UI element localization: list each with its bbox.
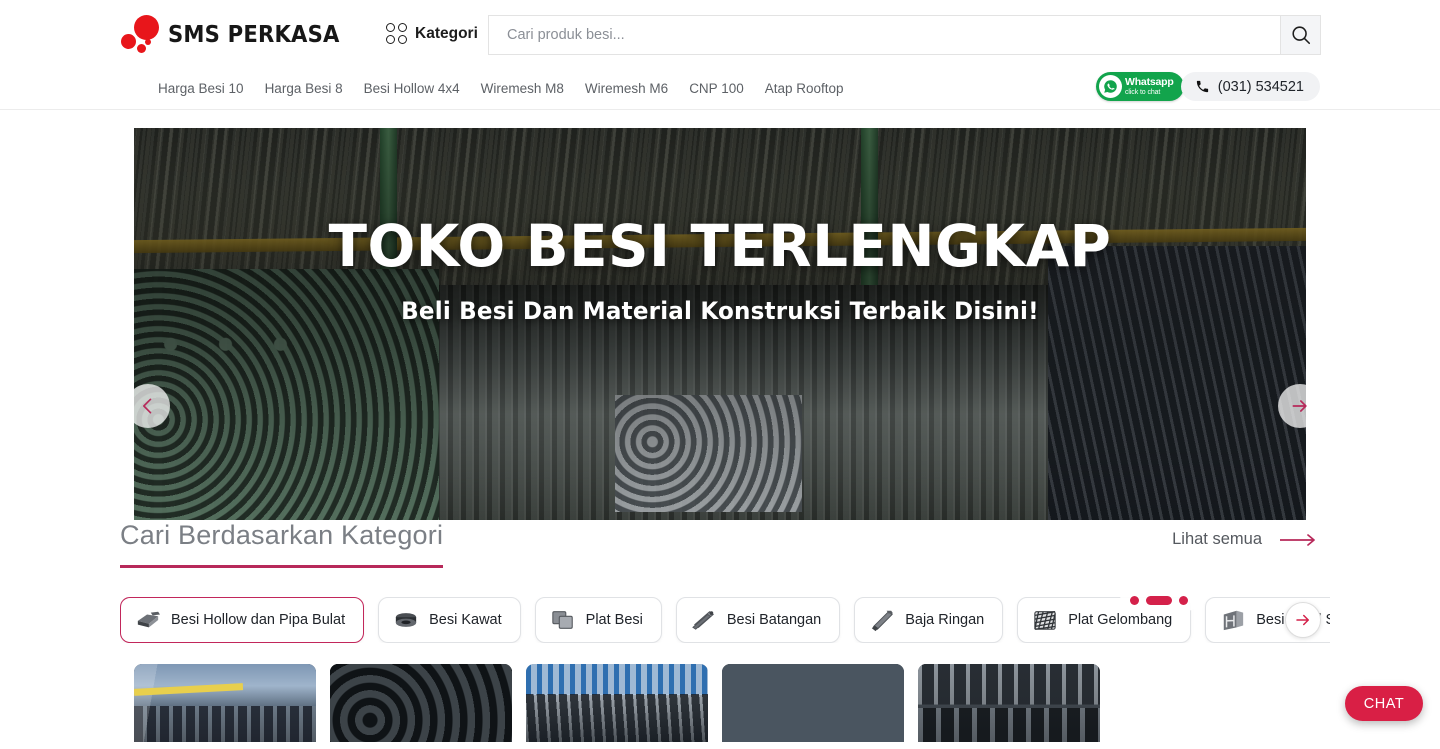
search-button[interactable] [1281, 15, 1321, 55]
grid-icon [386, 23, 407, 44]
carousel-dot-3[interactable] [1179, 595, 1188, 605]
chip-label: Besi Kawat [429, 612, 502, 628]
kategori-label: Kategori [415, 24, 478, 42]
category-heading: Cari Berdasarkan Kategori [120, 520, 444, 568]
hero-copy: TOKO BESI TERLENGKAP Beli Besi Dan Mater… [134, 216, 1306, 325]
chip-besi-kawat[interactable]: Besi Kawat [378, 597, 521, 643]
brand-name: SMS PERKASA [168, 22, 340, 48]
search-icon [1291, 26, 1310, 45]
product-card[interactable] [722, 664, 904, 742]
category-section-title: Cari Berdasarkan Kategori [120, 520, 444, 568]
chips-next-button[interactable] [1285, 602, 1321, 638]
see-all-label: Lihat semua [1172, 530, 1262, 548]
carousel-dot-2-active[interactable] [1146, 595, 1172, 605]
product-card-row [134, 664, 1100, 742]
nav-link-harga-besi-10[interactable]: Harga Besi 10 [158, 81, 244, 96]
corrugated-plate-icon [1034, 611, 1057, 630]
see-all-categories-link[interactable]: Lihat semua [1172, 530, 1320, 549]
product-card[interactable] [134, 664, 316, 742]
chip-label: Besi Hollow dan Pipa Bulat [171, 612, 346, 628]
chip-label: Besi Batangan [726, 612, 822, 628]
carousel-prev-button[interactable] [126, 384, 170, 428]
h-beam-icon [1223, 610, 1244, 631]
chip-label: Baja Ringan [905, 612, 985, 628]
bar-bundle-icon [692, 611, 714, 630]
carousel-next-button[interactable] [1278, 384, 1322, 428]
carousel-indicators[interactable] [1120, 589, 1198, 611]
chip-besi-batangan[interactable]: Besi Batangan [675, 597, 841, 643]
hollow-pipe-icon [137, 611, 160, 628]
arrow-right-icon [1292, 400, 1307, 412]
whatsapp-text: Whatsapp click to chat [1125, 77, 1174, 96]
hero-carousel: TOKO BESI TERLENGKAP Beli Besi Dan Mater… [0, 110, 1440, 611]
phone-icon [1196, 80, 1208, 93]
product-image-hollow-square-warehouse [134, 664, 316, 742]
whatsapp-chat-button[interactable]: Whatsapp click to chat [1096, 72, 1184, 101]
product-card[interactable] [330, 664, 512, 742]
chip-plat-besi[interactable]: Plat Besi [534, 597, 662, 643]
chip-baja-ringan[interactable]: Baja Ringan [854, 597, 1004, 643]
product-card[interactable] [526, 664, 708, 742]
chat-button[interactable]: CHAT [1345, 686, 1423, 721]
product-image-square-hollow-stack [918, 664, 1100, 742]
arrow-right-circle-icon [1296, 614, 1309, 626]
nav-link-atap-rooftop[interactable]: Atap Rooftop [765, 81, 844, 96]
whatsapp-icon [1099, 75, 1122, 98]
hero-slide[interactable]: TOKO BESI TERLENGKAP Beli Besi Dan Mater… [134, 128, 1306, 520]
product-image-black-round-pipes [330, 664, 512, 742]
wire-coil-icon [395, 613, 417, 627]
nav-link-harga-besi-8[interactable]: Harga Besi 8 [265, 81, 343, 96]
product-image-galvanized-pipe-bundle [722, 664, 904, 742]
quick-links: Harga Besi 10 Harga Besi 8 Besi Hollow 4… [158, 81, 844, 96]
product-card[interactable] [918, 664, 1100, 742]
kategori-menu-button[interactable]: Kategori [386, 23, 478, 44]
search-bar[interactable] [488, 15, 1281, 55]
nav-link-wiremesh-m8[interactable]: Wiremesh M8 [481, 81, 564, 96]
brand-logo[interactable]: SMS PERKASA [120, 12, 355, 58]
carousel-dot-1[interactable] [1130, 595, 1139, 605]
chip-besi-hollow-dan-pipa-bulat[interactable]: Besi Hollow dan Pipa Bulat [120, 597, 365, 643]
chip-label: Plat Gelombang [1068, 612, 1173, 628]
arrow-right-long-icon [1280, 533, 1315, 546]
phone-number: (031) 534521 [1217, 78, 1304, 95]
arrow-left-icon [143, 398, 152, 414]
nav-link-cnp-100[interactable]: CNP 100 [689, 81, 744, 96]
phone-call-button[interactable]: (031) 534521 [1180, 72, 1320, 101]
logo-circles-icon [120, 13, 164, 57]
plate-stack-icon [551, 611, 573, 629]
light-steel-icon [872, 610, 894, 632]
search-input[interactable] [489, 16, 1280, 54]
chip-label: Plat Besi [585, 612, 643, 628]
hero-subtitle: Beli Besi Dan Material Konstruksi Terbai… [401, 296, 1039, 325]
site-header: SMS PERKASA Kategori [0, 0, 1440, 70]
whatsapp-subtitle: click to chat [1125, 88, 1161, 96]
nav-link-wiremesh-m6[interactable]: Wiremesh M6 [585, 81, 668, 96]
hero-title: TOKO BESI TERLENGKAP [328, 212, 1112, 280]
product-image-blue-rack-pipes [526, 664, 708, 742]
nav-link-besi-hollow-4x4[interactable]: Besi Hollow 4x4 [364, 81, 460, 96]
whatsapp-title: Whatsapp [1125, 76, 1174, 89]
